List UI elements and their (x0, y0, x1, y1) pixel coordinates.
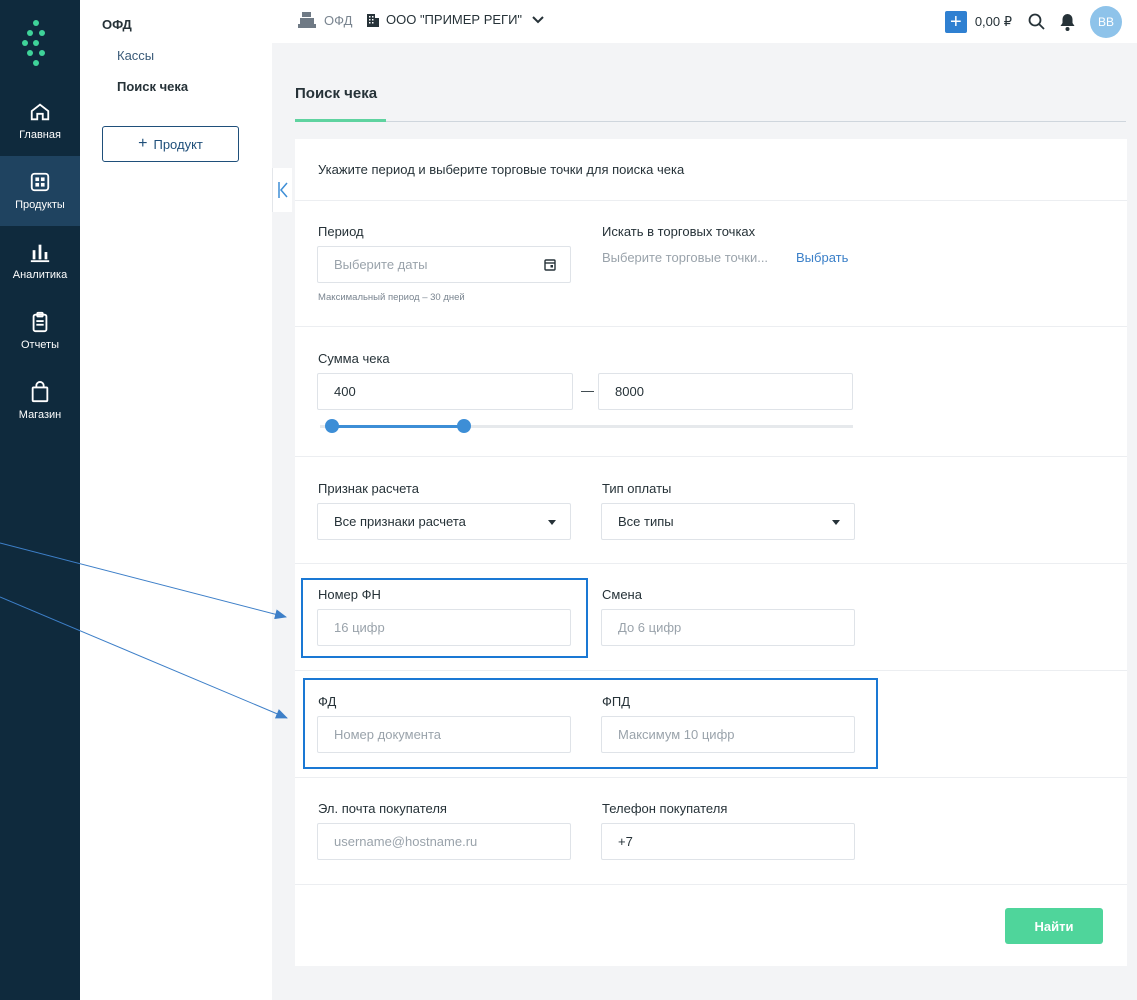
highlight-fd-fpd-box (303, 678, 878, 769)
period-hint: Максимальный период – 30 дней (318, 292, 465, 303)
caret-down-icon (548, 520, 556, 525)
divider (295, 563, 1127, 564)
amount-to-input[interactable]: 8000 (598, 373, 853, 410)
balance: 0,00 ₽ (974, 13, 1012, 29)
calendar-icon[interactable] (544, 258, 556, 271)
bell-icon (1060, 13, 1075, 31)
collapse-left-icon (277, 182, 288, 198)
caret-down-icon (832, 520, 840, 525)
building-icon (367, 13, 379, 27)
form-intro: Укажите период и выберите торговые точки… (318, 162, 685, 177)
amount-slider-max-handle[interactable] (456, 419, 471, 433)
rail-item-label: Главная (19, 129, 61, 141)
rail-item-shop[interactable]: Магазин (0, 366, 80, 436)
rail-item-analytics[interactable]: Аналитика (0, 226, 80, 296)
title-underline (295, 119, 386, 122)
home-icon (30, 103, 50, 121)
period-label: Период (318, 224, 364, 239)
rail-item-label: Магазин (18, 409, 62, 421)
phone-value: +7 (618, 834, 633, 849)
search-button[interactable] (1028, 13, 1045, 30)
main-nav-rail: Главная Продукты Аналитика Отчеты Магази… (0, 0, 80, 1000)
amount-label: Сумма чека (318, 351, 390, 366)
plus-icon: + (138, 135, 148, 152)
collapse-sidebar-button[interactable] (272, 168, 292, 212)
amount-slider-range (332, 425, 464, 428)
page-title: Поиск чека (295, 85, 378, 102)
divider (295, 326, 1127, 327)
rail-item-label: Аналитика (12, 269, 68, 281)
amount-to-value: 8000 (615, 384, 644, 399)
settlement-label: Признак расчета (318, 481, 419, 496)
topbar-actions: + 0,00 ₽ BB (944, 0, 1137, 43)
divider (295, 200, 1127, 201)
amount-slider-min-handle[interactable] (325, 419, 339, 433)
rail-item-home[interactable]: Главная (0, 86, 80, 156)
email-field[interactable]: username@hostname.ru (317, 823, 571, 860)
clipboard-icon (32, 311, 48, 333)
grid-icon (30, 172, 50, 192)
payment-label: Тип оплаты (602, 481, 672, 496)
range-separator: — (581, 383, 594, 398)
top-bar: ОФД ООО "ПРИМЕР РЕГИ" + 0,00 ₽ BB (272, 0, 1137, 43)
notifications-button[interactable] (1059, 13, 1076, 31)
payment-value: Все типы (618, 514, 674, 529)
highlight-fn-box (301, 578, 588, 658)
period-input[interactable]: Выберите даты (317, 246, 571, 283)
payment-type-select[interactable]: Все типы (601, 503, 855, 540)
settlement-value: Все признаки расчета (334, 514, 466, 529)
organization-name: ООО "ПРИМЕР РЕГИ" (386, 12, 523, 27)
add-product-button[interactable]: + Продукт (102, 126, 239, 162)
email-label: Эл. почта покупателя (318, 801, 447, 816)
choose-points-link[interactable]: Выбрать (796, 250, 848, 265)
sidebar-title: ОФД (102, 17, 132, 32)
divider (295, 670, 1127, 671)
chevron-down-icon (532, 15, 544, 23)
top-up-button[interactable]: + (944, 10, 967, 33)
search-icon (1028, 13, 1045, 30)
divider (295, 884, 1127, 885)
sidebar-link-cash-registers[interactable]: Кассы (117, 48, 154, 63)
find-button[interactable]: Найти (1005, 908, 1103, 944)
shopping-bag-icon (31, 381, 49, 403)
settlement-select[interactable]: Все признаки расчета (317, 503, 571, 540)
rail-item-reports[interactable]: Отчеты (0, 296, 80, 366)
points-placeholder: Выберите торговые точки... (602, 250, 769, 265)
title-divider (295, 121, 1126, 122)
rail-item-products[interactable]: Продукты (0, 156, 80, 226)
phone-label: Телефон покупателя (602, 801, 728, 816)
avatar[interactable]: BB (1090, 5, 1122, 38)
organization-switcher[interactable]: ООО "ПРИМЕР РЕГИ" (366, 12, 550, 27)
shift-placeholder: До 6 цифр (618, 620, 682, 635)
add-product-label: Продукт (153, 136, 203, 152)
rail-item-label: Отчеты (20, 339, 60, 351)
search-form-card: Укажите период и выберите торговые точки… (295, 139, 1127, 966)
amount-from-input[interactable]: 400 (317, 373, 573, 410)
shift-input[interactable]: До 6 цифр (601, 609, 855, 646)
cash-register-icon (298, 12, 316, 28)
logo-icon (22, 20, 45, 66)
secondary-sidebar: ОФД Кассы Поиск чека + Продукт (80, 0, 272, 1000)
points-label: Искать в торговых точках (602, 224, 756, 239)
service-name: ОФД (324, 12, 353, 28)
email-placeholder: username@hostname.ru (334, 834, 478, 849)
amount-from-value: 400 (334, 384, 356, 399)
period-placeholder: Выберите даты (334, 257, 428, 272)
phone-field[interactable]: +7 (601, 823, 855, 860)
bar-chart-icon (30, 244, 50, 263)
service-switcher[interactable]: ОФД (298, 12, 352, 28)
rail-item-label: Продукты (15, 199, 65, 211)
shift-label: Смена (602, 587, 642, 602)
sidebar-link-receipt-search[interactable]: Поиск чека (117, 79, 188, 94)
divider (295, 456, 1127, 457)
divider (295, 777, 1127, 778)
